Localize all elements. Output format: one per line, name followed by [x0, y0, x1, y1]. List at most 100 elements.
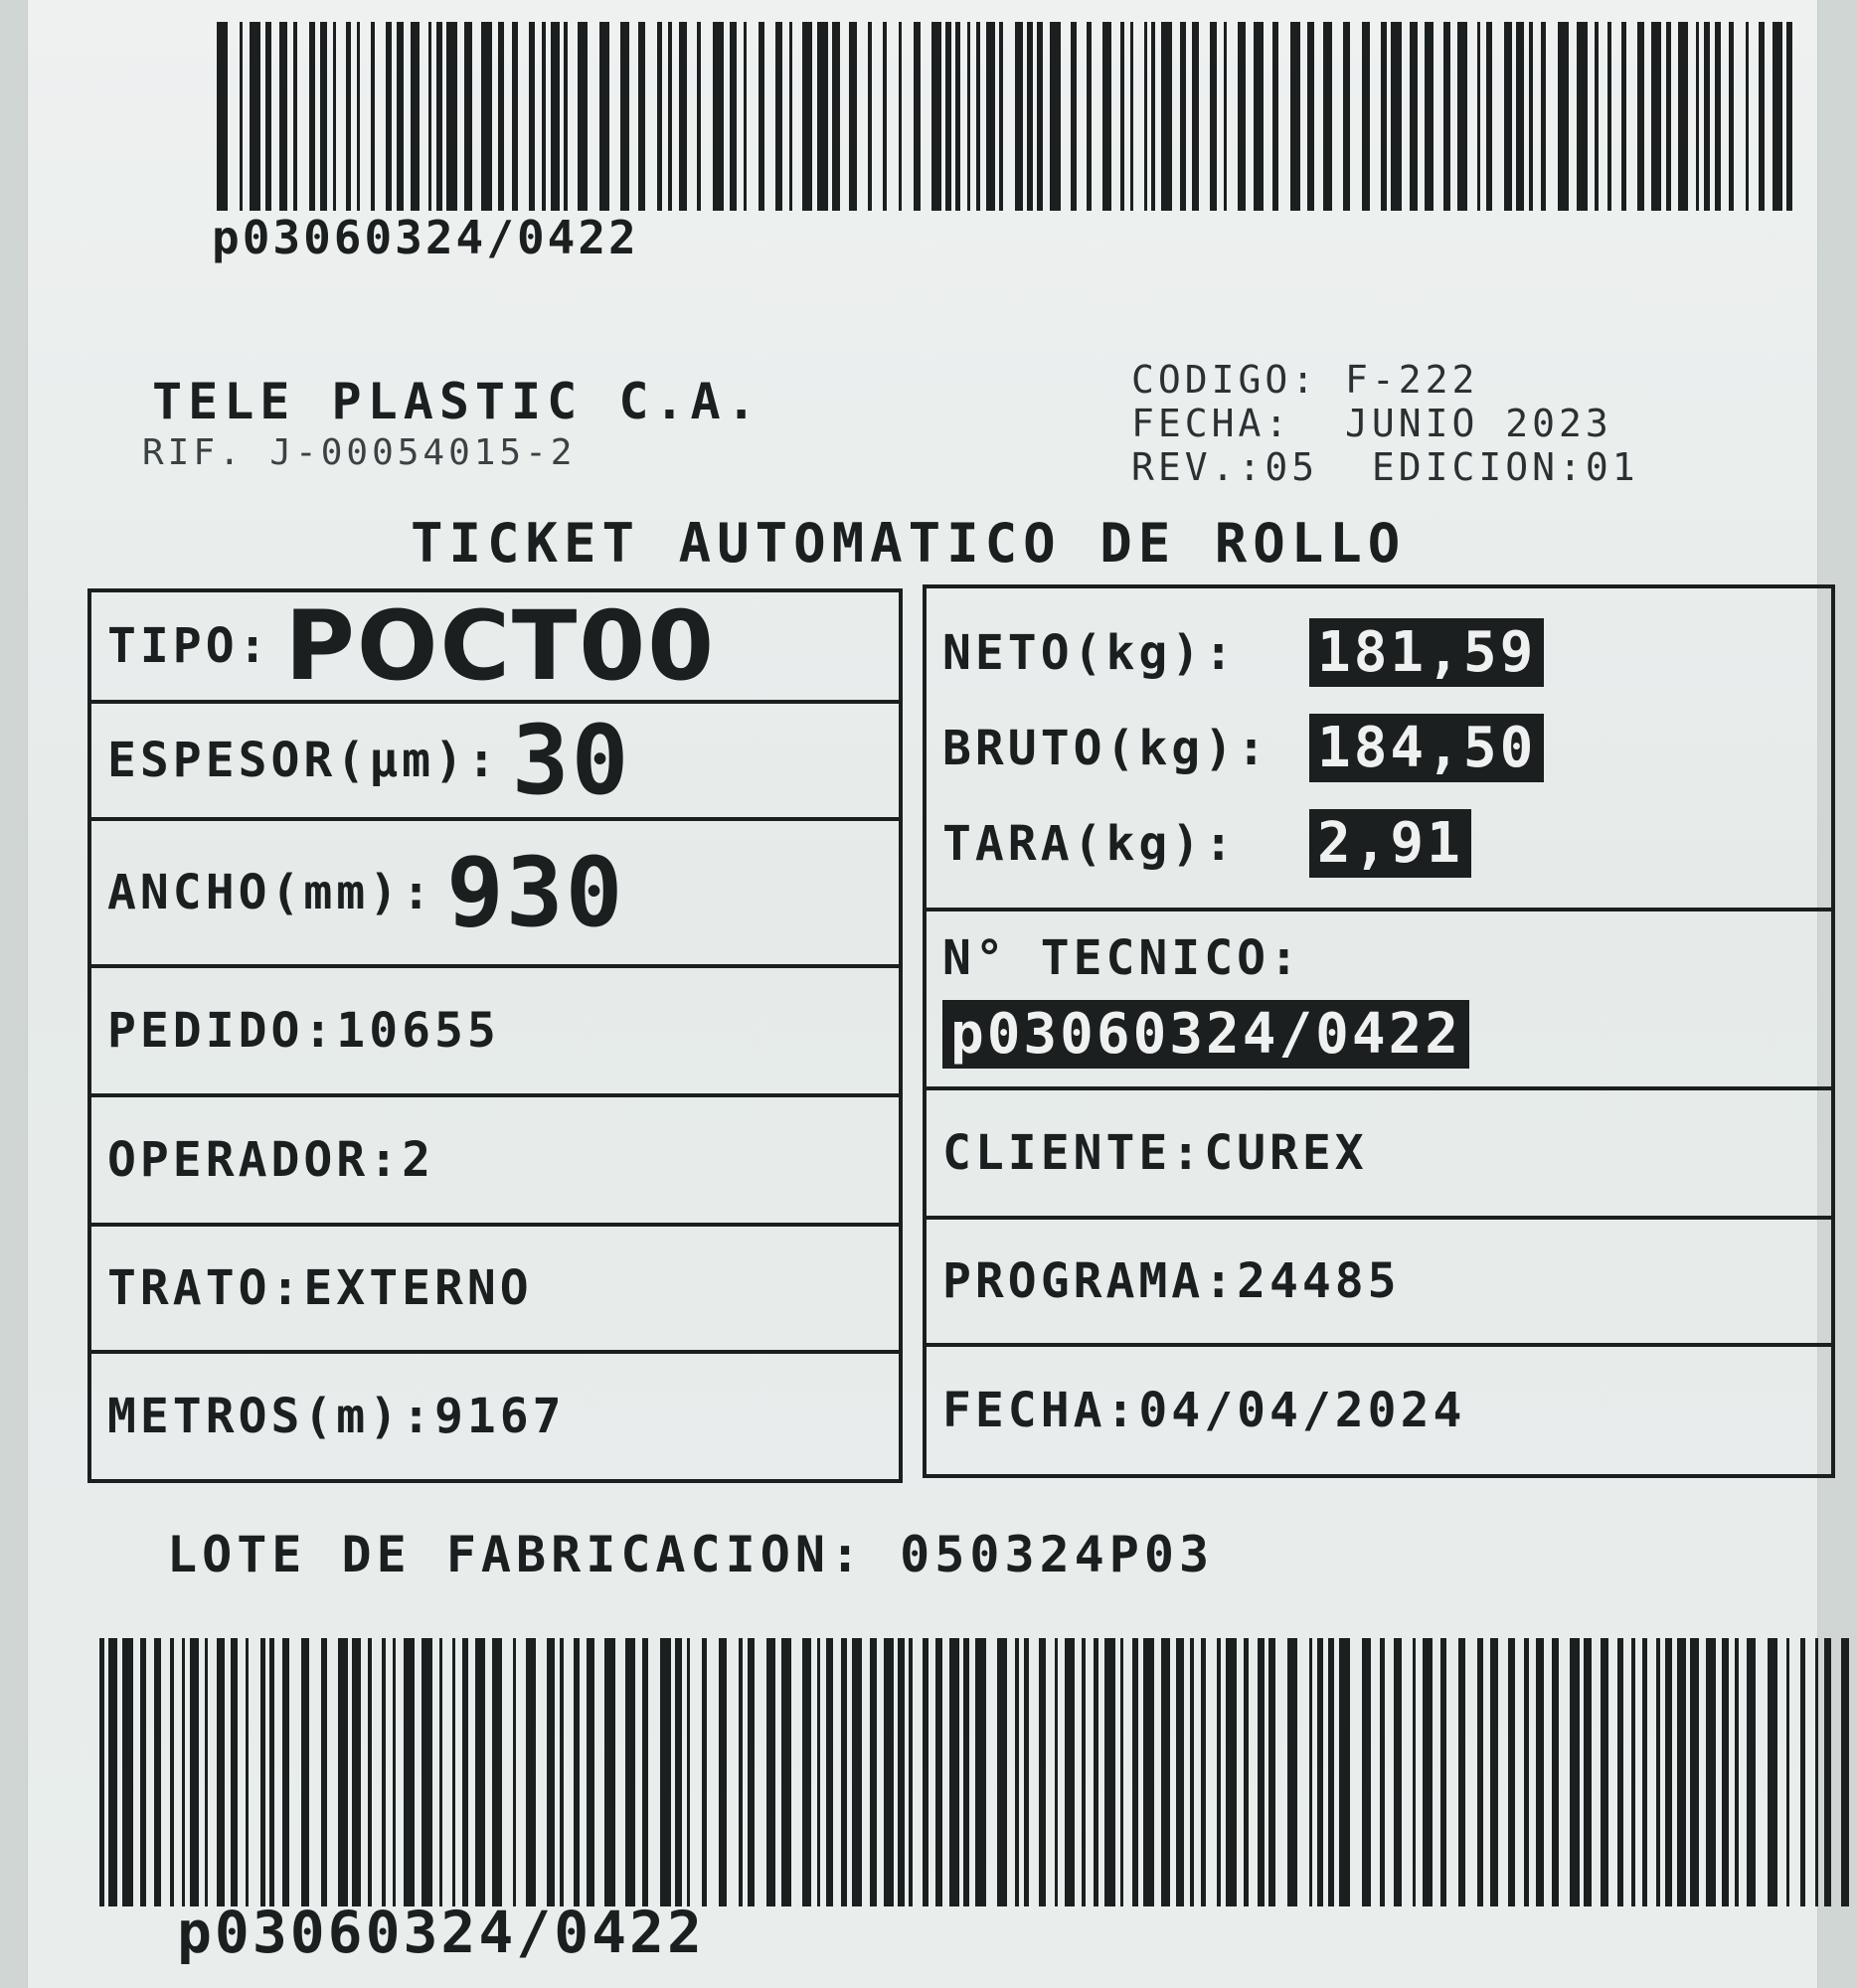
barcode-bar	[675, 1638, 682, 1906]
barcode-bar	[1154, 1638, 1161, 1906]
barcode-bar	[887, 22, 899, 211]
barcode-bar	[884, 1638, 894, 1906]
barcode-bar	[1739, 1638, 1747, 1906]
barcode-bar	[791, 1638, 802, 1906]
barcode-bar	[1061, 22, 1071, 211]
barcode-bar	[775, 22, 782, 211]
barcode-bar	[588, 22, 599, 211]
barcode-bar	[1734, 22, 1746, 211]
barcode-bar	[1143, 1638, 1154, 1906]
barcode-bar	[464, 22, 472, 211]
barcode-bar	[1029, 1638, 1039, 1906]
barcode-bar	[719, 1638, 727, 1906]
barcode-bar	[609, 22, 620, 211]
barcode-bar	[707, 1638, 719, 1906]
barcode-bar	[1075, 1638, 1082, 1906]
barcode-bar	[518, 22, 529, 211]
barcode-bar	[921, 22, 931, 211]
barcode-bar	[1841, 1638, 1849, 1906]
tara-value: 2,91	[1309, 809, 1471, 878]
barcode-bar	[475, 1638, 485, 1906]
barcode-bar	[862, 1638, 870, 1906]
bruto-value: 184,50	[1309, 714, 1545, 782]
barcode-bar	[1515, 1638, 1524, 1906]
barcode-bar	[551, 22, 560, 211]
barcode-bar	[154, 1638, 161, 1906]
barcode-bar	[852, 1638, 862, 1906]
trato-text: TRATO:EXTERNO	[107, 1260, 533, 1316]
barcode-bottom	[99, 1638, 1849, 1906]
barcode-bar	[713, 22, 724, 211]
barcode-bar	[1314, 22, 1323, 211]
barcode-bar	[615, 1638, 625, 1906]
barcode-bar	[516, 1638, 526, 1906]
barcode-bar	[1104, 1638, 1115, 1906]
barcode-bar	[146, 1638, 154, 1906]
barcode-bar	[386, 1638, 393, 1906]
barcode-bar	[1721, 22, 1729, 211]
barcode-bar	[701, 22, 713, 211]
tara-row: TARA(kg): 2,91	[942, 796, 1471, 892]
barcode-bar	[1792, 22, 1797, 211]
barcode-bar	[580, 1638, 587, 1906]
barcode-bar	[1647, 1638, 1656, 1906]
barcode-bar	[1385, 1638, 1394, 1906]
barcode-bar	[1577, 22, 1588, 211]
barcode-bar	[1217, 22, 1224, 211]
barcode-bar	[1092, 22, 1102, 211]
ancho-label: ANCHO(mm):	[107, 865, 434, 920]
barcode-bar	[1161, 1638, 1170, 1906]
barcode-bar	[1504, 22, 1512, 211]
barcode-bar	[1237, 1638, 1244, 1906]
operador-text: OPERADOR:2	[107, 1132, 434, 1188]
barcode-bar	[1465, 1638, 1477, 1906]
barcode-bar	[1371, 1638, 1380, 1906]
barcode-bar	[1194, 1638, 1201, 1906]
barcode-bar	[764, 22, 775, 211]
fecha-cell: FECHA:04/04/2024	[927, 1347, 1831, 1474]
barcode-bar	[161, 1638, 170, 1906]
barcode-bar	[1172, 22, 1180, 211]
barcode-bar	[1370, 22, 1381, 211]
barcode-bar	[361, 1638, 368, 1906]
barcode-bar	[935, 1638, 942, 1906]
barcode-bar	[1558, 22, 1569, 211]
barcode-bar	[1569, 22, 1577, 211]
barcode-bar	[817, 22, 828, 211]
weights-cell: NETO(kg): 181,59 BRUTO(kg): 184,50 TARA(…	[927, 588, 1831, 911]
programa-text: PROGRAMA:24485	[942, 1253, 1401, 1309]
barcode-bar	[564, 1638, 574, 1906]
barcode-bar	[468, 1638, 475, 1906]
barcode-bar	[432, 1638, 439, 1906]
barcode-bar	[1133, 22, 1144, 211]
barcode-bar	[1254, 22, 1264, 211]
barcode-bar	[1688, 22, 1696, 211]
barcode-bar	[931, 22, 941, 211]
barcode-bar	[190, 1638, 199, 1906]
ancho-cell: ANCHO(mm): 930	[91, 821, 899, 968]
barcode-bar	[274, 1638, 282, 1906]
barcode-bar	[1192, 22, 1199, 211]
company-rif: RIF. J-00054015-2	[142, 432, 577, 473]
barcode-bar	[620, 22, 629, 211]
barcode-bar	[960, 22, 967, 211]
barcode-bar	[1039, 1638, 1046, 1906]
tecnico-cell: N° TECNICO: p03060324/0422	[927, 911, 1831, 1090]
barcode-bar	[1747, 1638, 1756, 1906]
barcode-bar	[122, 1638, 133, 1906]
barcode-bar	[898, 1638, 905, 1906]
barcode-bar	[635, 1638, 642, 1906]
barcode-bar	[1644, 22, 1651, 211]
barcode-bar	[599, 22, 609, 211]
barcode-bar	[1773, 22, 1782, 211]
barcode-bar	[301, 1638, 309, 1906]
barcode-bar	[1065, 1638, 1075, 1906]
barcode-bar	[1706, 1638, 1716, 1906]
barcode-bar	[526, 1638, 536, 1906]
barcode-bar	[648, 1638, 660, 1906]
barcode-bar	[629, 22, 638, 211]
espesor-label: ESPESOR(µm):	[107, 733, 500, 788]
barcode-bar	[1690, 1638, 1699, 1906]
barcode-bar	[1050, 22, 1061, 211]
ticket-title: TICKET AUTOMATICO DE ROLLO	[411, 512, 1407, 575]
